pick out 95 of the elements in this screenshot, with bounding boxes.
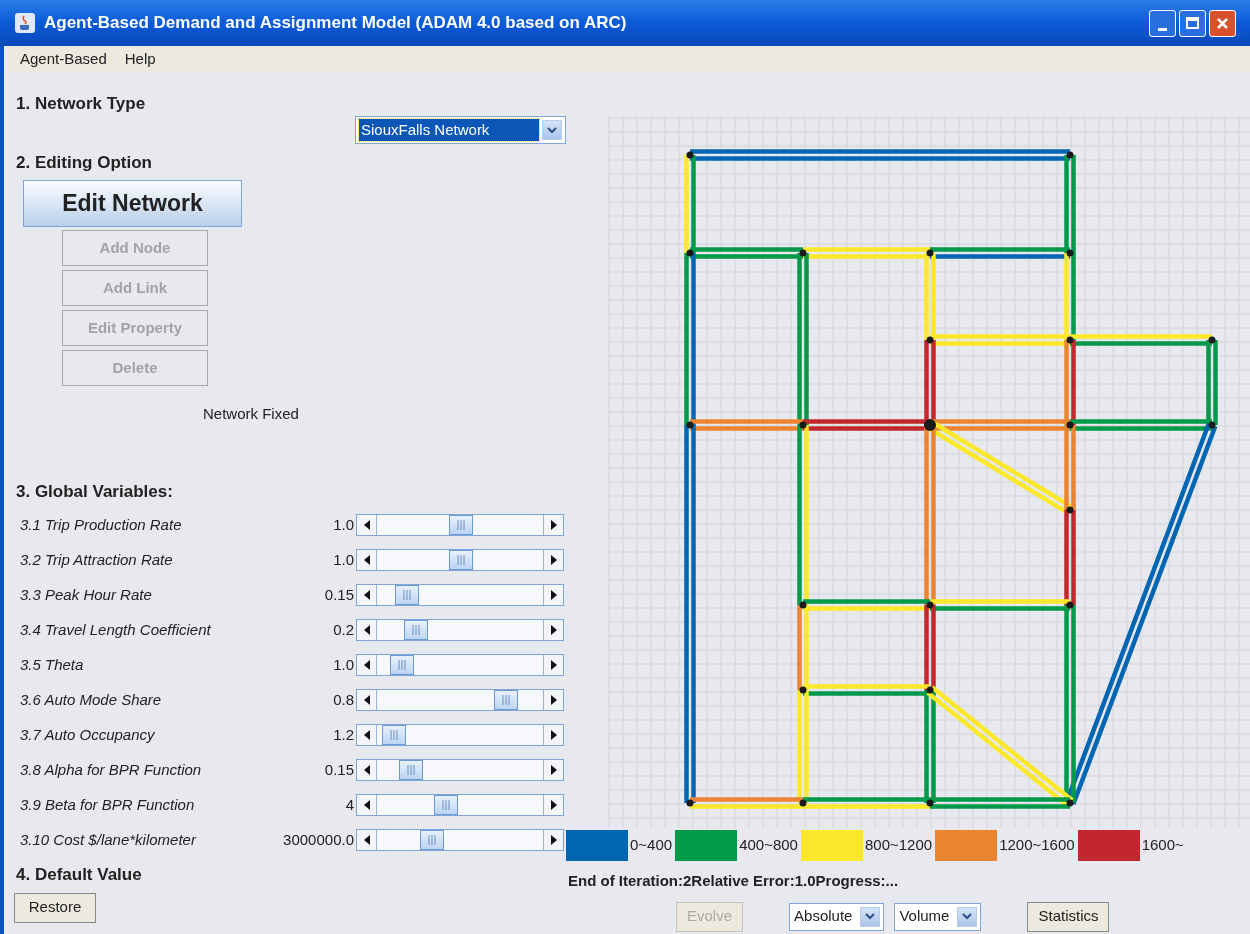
scrollbar-slider[interactable] (356, 759, 564, 781)
variable-label: 3.8 Alpha for BPR Function (19, 759, 203, 780)
network-status-text: Network Fixed (203, 404, 300, 424)
right-arrow-icon (550, 660, 557, 670)
slider-thumb[interactable] (398, 760, 423, 780)
legend-label: 1600~ (1141, 835, 1184, 856)
left-arrow-icon (363, 625, 370, 635)
grip-icon (406, 765, 415, 775)
variable-label: 3.4 Travel Length Coefficient (19, 619, 212, 640)
scrollbar-slider[interactable] (356, 549, 564, 571)
right-arrow-icon (550, 730, 557, 740)
variable-label: 3.5 Theta (19, 654, 85, 675)
variable-label: 3.3 Peak Hour Rate (19, 584, 153, 605)
slider-thumb[interactable] (420, 830, 445, 850)
legend-label: 1200~1600 (999, 835, 1075, 856)
right-arrow-icon (550, 555, 557, 565)
variable-value: 1.0 (332, 549, 355, 570)
java-cup-icon (14, 12, 36, 34)
section-heading: 4. Default Value (16, 863, 143, 884)
slider-thumb[interactable] (390, 655, 415, 675)
grip-icon (441, 800, 450, 810)
view-dropdown[interactable]: Volume (894, 902, 982, 931)
scrollbar-slider[interactable] (356, 654, 564, 676)
variable-value: 0.2 (332, 619, 355, 640)
right-arrow-icon (550, 590, 557, 600)
grip-icon (457, 520, 465, 530)
scrollbar-slider[interactable] (356, 584, 564, 606)
variable-label: 3.10 Cost $/lane*kilometer (19, 829, 198, 850)
grip-icon (457, 555, 465, 565)
slider-thumb[interactable] (433, 795, 458, 815)
grip-icon (411, 625, 420, 635)
right-arrow-icon (550, 835, 557, 845)
iteration-status-text: End of Iteration:2Relative Error:1.0Progress:... (568, 871, 900, 891)
variable-value: 0.15 (323, 759, 355, 780)
right-arrow-icon (550, 520, 557, 530)
scrollbar-slider[interactable] (356, 724, 564, 746)
section-heading: 2. Editing Option (16, 152, 153, 172)
menu-item[interactable]: Help (124, 47, 156, 71)
slider-thumb[interactable] (381, 725, 406, 745)
variable-label: 3.1 Trip Production Rate (19, 514, 183, 535)
grip-icon (389, 730, 398, 740)
left-arrow-icon (363, 555, 370, 565)
variable-value: 3000000.0 (282, 829, 355, 850)
left-arrow-icon (363, 660, 370, 670)
left-arrow-icon (363, 800, 370, 810)
variable-value: 0.15 (323, 584, 355, 605)
grip-icon (398, 660, 407, 670)
left-arrow-icon (363, 835, 370, 845)
grip-icon (502, 695, 511, 705)
variable-label: 3.9 Beta for BPR Function (19, 794, 196, 815)
variable-value: 1.2 (332, 724, 355, 745)
left-arrow-icon (363, 695, 370, 705)
variable-value: 1.0 (332, 654, 355, 675)
legend-label: 800~1200 (864, 835, 933, 856)
right-arrow-icon (550, 800, 557, 810)
right-arrow-icon (550, 765, 557, 775)
variable-value: 1.0 (332, 514, 355, 535)
slider-thumb[interactable] (494, 690, 519, 710)
scrollbar-slider[interactable] (356, 829, 564, 851)
edit-network-button[interactable]: Edit Network (23, 180, 242, 227)
view-dropdown[interactable]: Absolute (789, 902, 885, 931)
legend-label: 0~400 (630, 835, 673, 856)
variable-label: 3.7 Auto Occupancy (19, 724, 156, 745)
variable-value: 0.8 (332, 689, 355, 710)
close-button[interactable] (1209, 9, 1236, 37)
window-title: Agent-Based Demand and Assignment Model (ADAM 4.0 based on ARC) (44, 12, 627, 35)
section-heading: 3. Global Variables: (16, 480, 174, 501)
minimize-button[interactable] (1149, 9, 1176, 37)
variable-value: 4 (344, 794, 355, 815)
left-arrow-icon (363, 520, 370, 530)
left-arrow-icon (363, 730, 370, 740)
restore-button[interactable]: Restore (14, 892, 96, 923)
scrollbar-slider[interactable] (356, 619, 564, 641)
variable-label: 3.2 Trip Attraction Rate (19, 549, 174, 570)
left-arrow-icon (363, 765, 370, 775)
slider-thumb[interactable] (403, 620, 428, 640)
grip-icon (428, 835, 437, 845)
close-icon (1216, 16, 1229, 30)
legend-label: 400~800 (739, 835, 798, 856)
scrollbar-slider[interactable] (356, 794, 564, 816)
slider-thumb[interactable] (449, 550, 473, 570)
action-button[interactable]: Statistics (1027, 901, 1110, 932)
maximize-button[interactable] (1179, 9, 1206, 37)
right-arrow-icon (550, 695, 557, 705)
slider-thumb[interactable] (449, 515, 473, 535)
menu-item[interactable]: Agent-Based (20, 47, 107, 71)
network-dropdown[interactable]: SiouxFalls Network (355, 116, 566, 144)
grip-icon (403, 590, 412, 600)
section-heading: 1. Network Type (16, 93, 147, 113)
scrollbar-slider[interactable] (356, 689, 564, 711)
right-arrow-icon (550, 625, 557, 635)
variable-label: 3.6 Auto Mode Share (19, 689, 163, 710)
scrollbar-slider[interactable] (356, 514, 564, 536)
left-arrow-icon (363, 590, 370, 600)
slider-thumb[interactable] (395, 585, 420, 605)
